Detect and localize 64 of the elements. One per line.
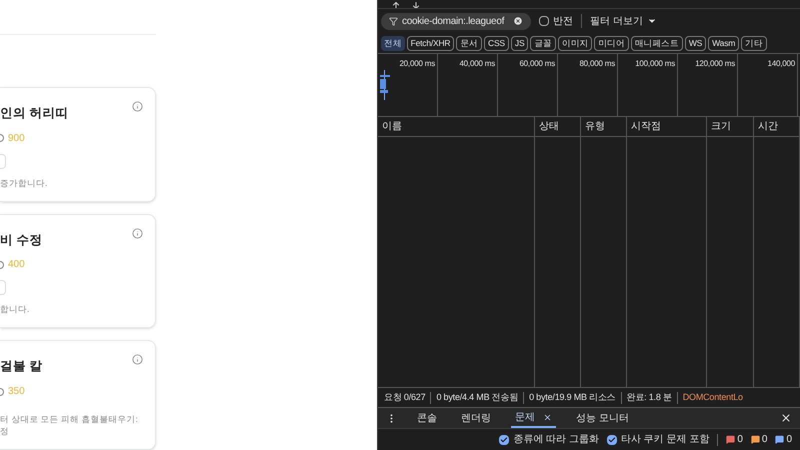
clear-icon[interactable] [513,16,523,26]
more-filters-button[interactable]: 필터 더보기 [590,14,657,28]
filter-field[interactable]: cookie-domain:.leagueof [381,12,531,30]
column-header[interactable]: 유형 [585,119,605,134]
timeline-tick-label: 140,000 [767,58,795,70]
timeline-tick-label: 60,000 ms [519,58,555,70]
drawer-tab[interactable]: 렌더링 [457,408,495,428]
type-filter-chip[interactable]: 이미지 [558,36,592,50]
status-text: 0 byte/4.4 MB 전송됨 [436,390,518,404]
checkbox[interactable] [606,434,617,444]
type-filter-chip[interactable]: JS [510,36,528,50]
type-filter-chip[interactable]: 문서 [456,36,482,50]
type-filter-chip[interactable]: 기타 [741,36,767,50]
request-waterfall-drawing [380,70,392,100]
timeline-tick-label: 40,000 ms [459,58,495,70]
invert-checkbox[interactable] [539,16,549,26]
column-header[interactable]: 상태 [539,119,559,134]
item-price: 350 [8,385,25,399]
item-price: 400 [8,258,25,272]
status-text: 0 byte/19.9 MB 리소스 [529,390,616,404]
drawer-tab[interactable]: 콘솔 [413,408,441,428]
drawer-tab[interactable]: 성능 모니터 [572,408,633,428]
type-filter-chip[interactable]: Wasm [708,36,740,50]
type-filter-chip[interactable]: 매니페스트 [630,36,683,50]
filter-icon [389,16,398,26]
issue-count: 0 [762,433,768,447]
type-filter-chip[interactable]: CSS [484,36,509,50]
info-icon[interactable] [132,354,143,366]
type-filter-chip[interactable]: 글꼴 [530,36,556,50]
type-filter-chip[interactable]: WS [684,36,706,50]
input-field[interactable] [0,154,6,168]
column-header[interactable]: 시작점 [631,119,661,134]
timeline-tick-label: 20,000 ms [399,58,435,70]
checkbox[interactable] [499,434,510,444]
type-filter-chip[interactable]: 전체 [381,36,405,50]
close-icon[interactable] [780,412,792,424]
item-price: 900 [8,132,25,146]
item-description: 합니다. [0,303,30,316]
info-icon[interactable] [132,228,143,238]
status-text: 요청 0/627 [384,390,426,404]
column-header[interactable]: 이름 [382,119,402,134]
input-field[interactable] [0,280,6,296]
type-filter-chip[interactable]: Fetch/XHR [406,36,454,50]
invert-label: 반전 [553,14,573,28]
issue-count: 0 [737,433,743,447]
column-header[interactable]: 시간 [758,119,778,134]
item-title: 인의 허리띠 [0,104,68,122]
status-text: 완료: 1.8 분 [626,390,672,404]
timeline-tick-label: 80,000 ms [579,58,615,70]
drawer-tab[interactable]: 문제 [511,408,556,428]
timeline-tick-label: 100,000 ms [635,58,675,70]
item-description: 터 상대로 모든 피해 흡혈불태우기: 정 [0,413,139,437]
status-text: DOMContentLo [682,390,743,404]
info-icon[interactable] [132,100,143,112]
close-tab-icon[interactable] [543,412,552,422]
item-title: 비 수정 [0,232,42,248]
type-filter-chip[interactable]: 미디어 [594,36,629,50]
column-header[interactable]: 크기 [711,119,731,134]
checkbox-label: 타사 쿠키 문제 포함 [620,433,710,447]
item-title: 걸불 칼 [0,358,42,376]
timeline-tick-label: 120,000 ms [695,58,735,70]
issue-count: 0 [786,433,792,447]
item-description: 증가합니다. [0,176,48,188]
checkbox-label: 종류에 따라 그룹화 [513,433,599,447]
